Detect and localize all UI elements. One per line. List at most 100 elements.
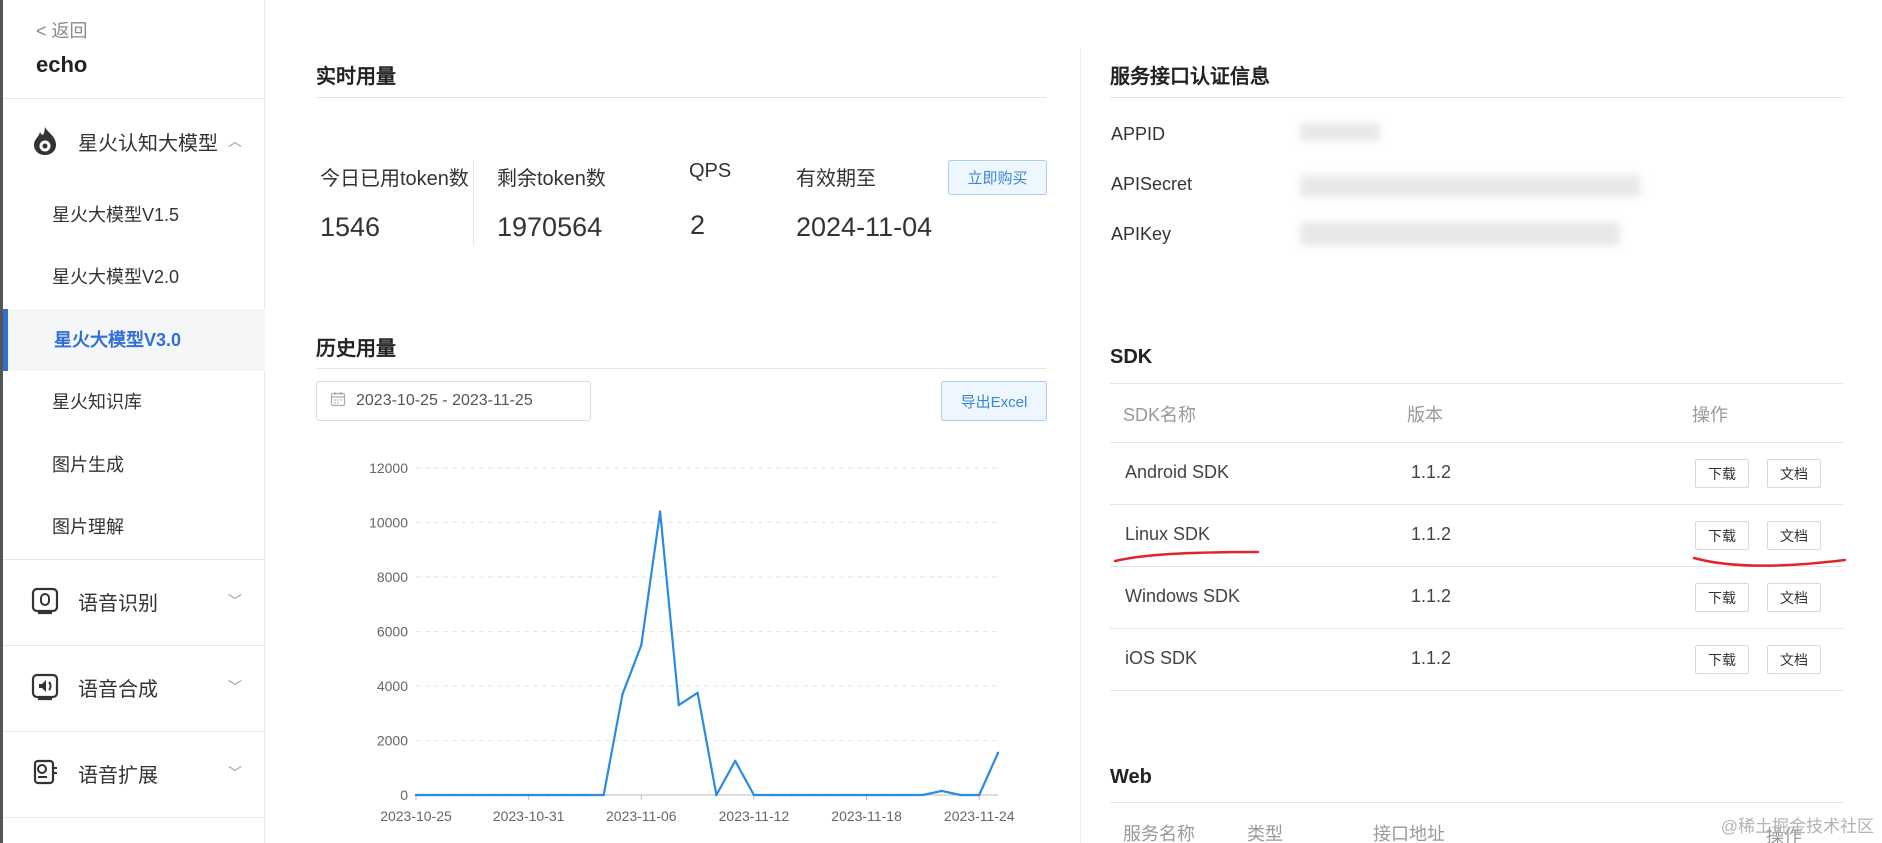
data-point: [640, 643, 643, 647]
download-button[interactable]: 下载: [1695, 583, 1749, 612]
data-point: [790, 793, 793, 797]
sidebar-item-spark-v2-0[interactable]: 星火大模型V2.0: [3, 246, 265, 308]
data-point: [546, 793, 549, 797]
data-point: [884, 793, 887, 797]
web-service-name-header: 服务名称: [1123, 824, 1195, 843]
web-address-header: 接口地址: [1373, 824, 1445, 843]
data-point: [602, 793, 605, 797]
history-usage-title: 历史用量: [316, 338, 396, 360]
divider: [3, 731, 265, 732]
qps-value: 2: [690, 210, 706, 240]
sidebar-item-knowledge-base[interactable]: 星火知识库: [3, 371, 265, 433]
data-point: [771, 793, 774, 797]
docs-button[interactable]: 文档: [1767, 459, 1821, 488]
divider: [3, 98, 265, 99]
sdk-name: iOS SDK: [1125, 648, 1198, 668]
divider: [1110, 97, 1843, 98]
divider: [1110, 504, 1843, 505]
data-point: [471, 793, 474, 797]
data-point: [996, 751, 1000, 755]
sidebar: < 返回 echo 星火认知大模型 ︿ 星火大模型V1.5 星火大模型V2.0 …: [0, 0, 265, 843]
menu-group-label: 语音扩展: [78, 764, 158, 787]
sdk-version: 1.1.2: [1411, 648, 1452, 668]
y-tick-label: 8000: [377, 569, 408, 585]
data-point: [433, 793, 436, 797]
y-tick-label: 0: [400, 787, 408, 803]
docs-button[interactable]: 文档: [1767, 645, 1821, 674]
docs-button[interactable]: 文档: [1767, 583, 1821, 612]
date-range-picker[interactable]: 2023-10-25 - 2023-11-25: [316, 381, 591, 421]
app-name: echo: [36, 52, 88, 77]
sidebar-item-spark-v1-5[interactable]: 星火大模型V1.5: [3, 184, 265, 246]
data-point: [677, 703, 681, 707]
voice-extension-icon: [29, 757, 61, 789]
date-start: 2023-10-25: [356, 392, 438, 409]
download-button[interactable]: 下载: [1695, 645, 1749, 674]
menu-group-speech-extension[interactable]: 语音扩展 ﹀: [3, 739, 265, 807]
data-point: [752, 793, 756, 797]
appid-label: APPID: [1111, 124, 1166, 144]
remaining-tokens-label: 剩余token数: [497, 168, 606, 190]
menu-group-label: 语音识别: [78, 592, 158, 615]
y-tick-label: 2000: [377, 733, 408, 749]
data-point: [715, 793, 718, 797]
realtime-usage-title: 实时用量: [316, 66, 396, 88]
annotation-underline: [1692, 556, 1847, 568]
chevron-down-icon: ﹀: [228, 679, 242, 695]
voice-recognition-icon: [29, 585, 61, 617]
calendar-icon: [330, 391, 346, 412]
sidebar-item-spark-v3-0[interactable]: 星火大模型V3.0: [3, 309, 265, 371]
data-point: [564, 793, 568, 797]
sdk-version: 1.1.2: [1411, 524, 1452, 544]
export-excel-button[interactable]: 导出Excel: [941, 381, 1047, 421]
chevron-up-icon: ︿: [228, 133, 242, 149]
menu-group-label: 语音合成: [78, 678, 158, 701]
watermark: @稀土掘金技术社区: [1720, 817, 1874, 836]
sdk-name: Linux SDK: [1125, 524, 1211, 544]
data-point: [827, 793, 831, 797]
data-point: [809, 793, 812, 797]
annotation-underline: [1113, 550, 1260, 563]
sidebar-item-image-understanding[interactable]: 图片理解: [3, 496, 265, 558]
history-usage-chart: 0 2000 4000 6000 8000 10000 12000 2023-10-25 202…: [369, 460, 1015, 824]
data-point: [508, 793, 512, 797]
data-point: [846, 793, 850, 797]
x-tick-label: 2023-11-06: [606, 808, 677, 824]
divider: [316, 97, 1046, 98]
usage-series-line: [416, 510, 1000, 797]
download-button[interactable]: 下载: [1695, 521, 1749, 550]
remaining-tokens-value: 1970564: [497, 212, 603, 242]
date-separator: -: [437, 392, 453, 409]
docs-button[interactable]: 文档: [1767, 521, 1821, 550]
menu-group-speech-synthesis[interactable]: 语音合成 ﹀: [3, 653, 265, 721]
divider: [3, 559, 265, 560]
divider: [1110, 442, 1843, 443]
expiry-label: 有效期至: [796, 168, 876, 190]
y-tick-label: 12000: [369, 460, 408, 476]
buy-now-button[interactable]: 立即购买: [948, 160, 1047, 195]
data-point: [489, 793, 493, 797]
back-link[interactable]: < 返回: [36, 17, 88, 43]
divider: [1110, 802, 1843, 803]
auth-info-title: 服务接口认证信息: [1110, 66, 1270, 88]
data-point: [452, 793, 455, 797]
divider: [1080, 48, 1081, 843]
download-button[interactable]: 下载: [1695, 459, 1749, 488]
y-tick-label: 4000: [377, 678, 408, 694]
menu-group-spark-model[interactable]: 星火认知大模型 ︿: [3, 107, 265, 175]
data-point: [959, 793, 962, 797]
speech-synthesis-icon: [29, 671, 61, 703]
apikey-value-redacted: [1300, 222, 1620, 246]
data-point: [414, 793, 418, 797]
web-title: Web: [1110, 766, 1152, 788]
x-tick-label: 2023-11-18: [831, 808, 902, 824]
expiry-value: 2024-11-04: [796, 212, 933, 242]
menu-group-speech-recognition[interactable]: 语音识别 ﹀: [3, 567, 265, 635]
y-tick-label: 10000: [369, 515, 408, 531]
sdk-name: Android SDK: [1125, 462, 1230, 482]
chevron-down-icon: ﹀: [228, 765, 242, 781]
divider: [3, 645, 265, 646]
date-end: 2023-11-25: [452, 392, 533, 409]
sidebar-item-image-generation[interactable]: 图片生成: [3, 434, 265, 496]
sdk-version: 1.1.2: [1411, 586, 1452, 606]
